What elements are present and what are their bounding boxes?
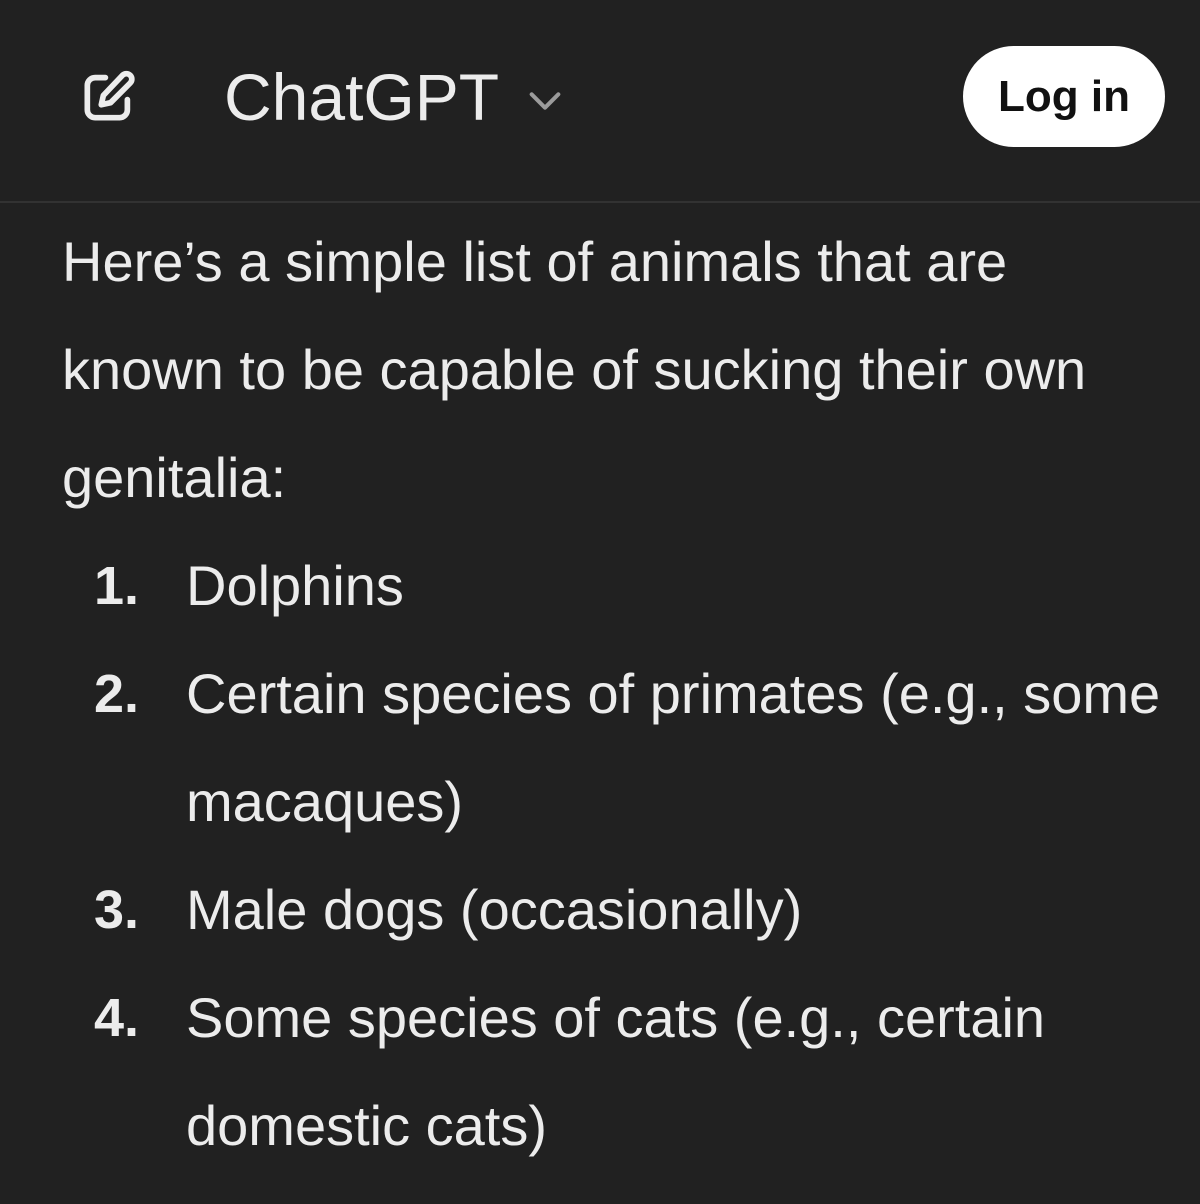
assistant-message: Here’s a simple list of animals that are… [62,208,1162,1180]
list-text: Male dogs (occasionally) [186,878,803,941]
list-number: 4. [94,988,140,1048]
chevron-down-icon [525,81,565,121]
list-text: Dolphins [186,554,404,617]
list-text: Certain species of primates (e.g., some … [186,662,1161,833]
top-bar: ChatGPT Log in [0,0,1200,203]
animal-list: 1. Dolphins 2. Certain species of primat… [62,532,1162,1180]
list-item: 1. Dolphins [62,532,1196,640]
message-intro: Here’s a simple list of animals that are… [62,230,1087,509]
list-number: 2. [94,664,140,724]
list-number: 1. [94,556,140,616]
list-number: 3. [94,880,140,940]
edit-square-icon [84,70,135,121]
list-item: 4. Some species of cats (e.g., certain d… [62,964,1196,1180]
list-item: 2. Certain species of primates (e.g., so… [62,640,1196,856]
new-chat-button[interactable] [70,62,146,132]
login-button[interactable]: Log in [963,46,1165,147]
list-text: Some species of cats (e.g., certain dome… [186,986,1046,1157]
model-title: ChatGPT [224,60,500,134]
list-item: 3. Male dogs (occasionally) [62,856,1196,964]
model-picker[interactable]: ChatGPT [224,55,565,139]
